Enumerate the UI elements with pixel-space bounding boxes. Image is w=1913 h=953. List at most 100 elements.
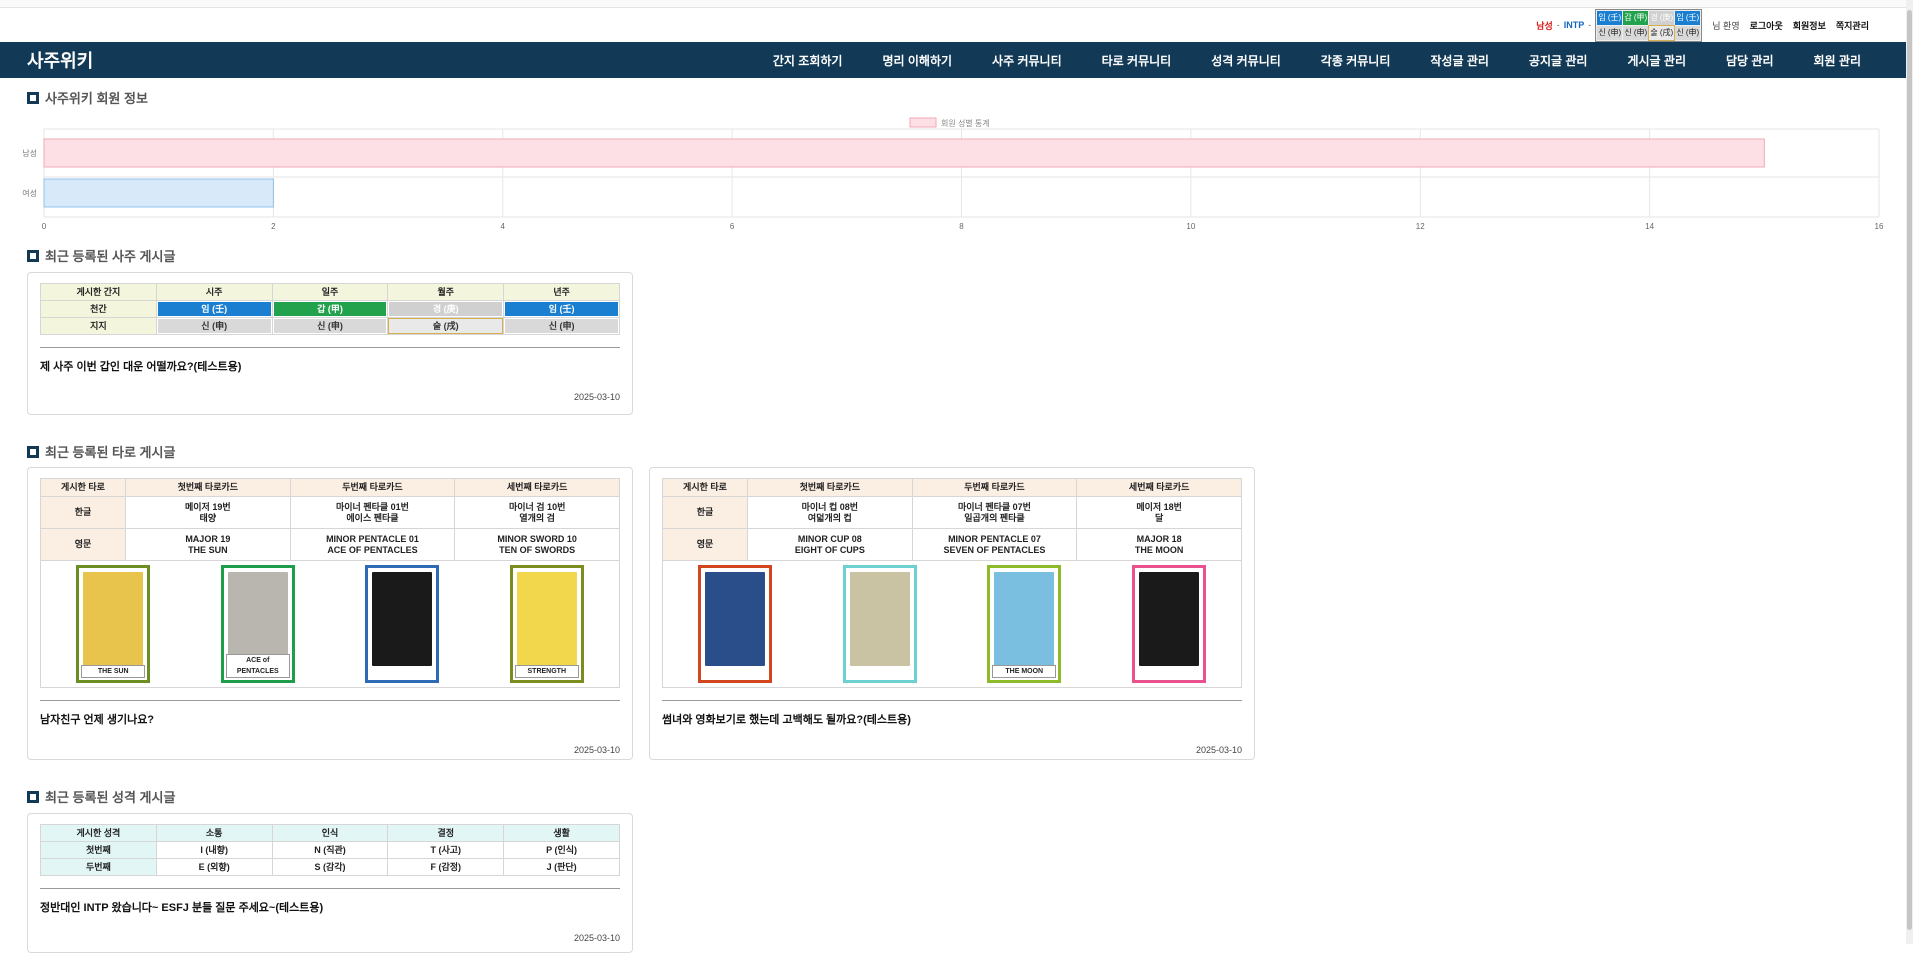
- post-title-link[interactable]: 제 사주 이번 갑인 대운 어떨까요?(테스트용): [40, 358, 620, 374]
- tarot-card-caption: THE SUN: [81, 665, 146, 678]
- table-header: 게시한 타로: [662, 478, 748, 497]
- row-label: 지지: [40, 317, 157, 335]
- scrollbar-thumb[interactable]: [1907, 10, 1912, 930]
- tarot-card-art: [705, 572, 766, 666]
- table-cell: MINOR SWORD 10 TEN OF SWORDS: [454, 528, 620, 561]
- table-cell: 마이너 펜타클 07번 일곱개의 펜타클: [911, 496, 1078, 529]
- table-cell: MINOR PENTACLE 01 ACE OF PENTACLES: [289, 528, 456, 561]
- tarot-card-art: [849, 572, 910, 666]
- profile-link[interactable]: 회원정보: [1793, 19, 1826, 32]
- row-label: 두번째: [40, 858, 157, 876]
- card-name-ko: 마이너 펜타클 07번: [957, 501, 1031, 512]
- table-header: 일주: [271, 283, 389, 301]
- tarot-post-card[interactable]: 게시한 타로 첫번째 타로카드 두번째 타로카드 세번째 타로카드 한글 메이저 19번 태…: [27, 467, 633, 760]
- card-name-ko: 메이저 18번: [1136, 501, 1182, 512]
- tarot-card-art: [372, 572, 433, 666]
- card-name-en-sub: SEVEN OF PENTACLES: [943, 544, 1046, 555]
- nav-item-myeongri[interactable]: 명리 이해하기: [862, 52, 972, 69]
- logout-link[interactable]: 로그아웃: [1750, 19, 1783, 32]
- table-cell: 술 (戌): [387, 317, 505, 335]
- nav-item-misc-community[interactable]: 각종 커뮤니티: [1301, 52, 1411, 69]
- table-cell: 신 (申): [271, 317, 389, 335]
- tarot-card-art: [994, 572, 1055, 666]
- square-bullet-icon: [27, 249, 39, 262]
- nav-item-post-admin[interactable]: 게시글 관리: [1607, 52, 1706, 69]
- table-header: 게시한 성격: [40, 824, 157, 842]
- cell-value: 신 (申): [157, 319, 271, 333]
- mbti-post-card[interactable]: 게시한 성격 소통 인식 결정 생활 첫번째 I (내향) N (직관) T (…: [27, 813, 633, 953]
- table-cell: MINOR PENTACLE 07 SEVEN OF PENTACLES: [911, 528, 1078, 561]
- mini-saju-cell: 신 (申): [1623, 25, 1649, 40]
- table-header: 첫번째 타로카드: [747, 478, 913, 497]
- section-title-text: 사주위키 회원 정보: [45, 91, 148, 106]
- tarot-card-image[interactable]: [1131, 565, 1206, 683]
- site-logo[interactable]: 사주위키: [27, 47, 93, 73]
- table-cell: 임 (壬): [503, 300, 620, 318]
- nav-item-tarot-community[interactable]: 타로 커뮤니티: [1082, 52, 1192, 69]
- page-scrollbar[interactable]: [1906, 0, 1913, 944]
- post-date: 2025-03-10: [573, 933, 620, 943]
- x-tick-label: 4: [501, 222, 506, 231]
- members-section-title: 사주위키 회원 정보: [27, 88, 148, 107]
- welcome-text: 님 환영: [1712, 20, 1740, 31]
- card-name-ko: 메이저 19번: [185, 501, 231, 512]
- user-mbti: INTP: [1563, 20, 1585, 30]
- x-tick-label: 8: [959, 222, 964, 231]
- nav-item-member-admin[interactable]: 회원 관리: [1794, 52, 1882, 69]
- mbti-section-title: 최근 등록된 성격 게시글: [27, 787, 175, 806]
- tarot-card-image[interactable]: STRENGTH: [509, 565, 584, 683]
- table-header: 세번째 타로카드: [454, 478, 620, 497]
- mini-saju-cell: 신 (申): [1675, 25, 1701, 40]
- tarot-card-art: [83, 572, 144, 666]
- tarot-card-image[interactable]: [698, 565, 773, 683]
- separator: -: [1556, 20, 1560, 30]
- table-header: 게시한 타로: [40, 478, 126, 497]
- row-label: 영문: [662, 528, 748, 561]
- gender-bar-chart: 0 2 4 6 8 10 12 14 16 회원 성별 통계남성여성: [22, 117, 1884, 231]
- cell-value: 임 (壬): [505, 302, 618, 316]
- card-name-ko: 마이너 검 10번: [508, 501, 566, 512]
- user-gender: 남성: [1536, 20, 1553, 31]
- card-name-en-sub: THE MOON: [1134, 544, 1184, 555]
- cell-value: 신 (申): [505, 319, 618, 333]
- tarot-post-card[interactable]: 게시한 타로 첫번째 타로카드 두번째 타로카드 세번째 타로카드 한글 마이너 컵 08…: [649, 467, 1255, 760]
- divider: [40, 700, 620, 701]
- tarot-card-image[interactable]: [842, 565, 917, 683]
- cell-value: 신 (申): [273, 319, 387, 333]
- nav-item-my-posts[interactable]: 작성글 관리: [1410, 52, 1509, 69]
- tarot-card-image[interactable]: THE MOON: [987, 565, 1062, 683]
- main-nav: 간지 조회하기 명리 이해하기 사주 커뮤니티 타로 커뮤니티 성격 커뮤니티 …: [753, 52, 1881, 69]
- card-name-ko-sub: 태양: [199, 512, 217, 523]
- tarot-card-image[interactable]: [365, 565, 440, 683]
- post-title-link[interactable]: 정반대인 INTP 왔습니다~ ESFJ 분들 질문 주세요~(테스트용): [40, 899, 620, 915]
- nav-item-ganji[interactable]: 간지 조회하기: [753, 52, 863, 69]
- saju-table: 게시한 간지 시주 일주 월주 년주 천간 임 (壬) 갑 (甲) 경 (庚) …: [40, 283, 620, 335]
- tarot-card-image[interactable]: THE SUN: [76, 565, 151, 683]
- card-name-ko-sub: 열개의 검: [519, 512, 555, 523]
- nav-item-notice-admin[interactable]: 공지글 관리: [1509, 52, 1608, 69]
- tarot-card-image[interactable]: ACE of PENTACLES: [220, 565, 295, 683]
- table-cell: S (감각): [271, 858, 389, 876]
- row-label: 한글: [40, 496, 126, 529]
- nav-item-manager-admin[interactable]: 담당 관리: [1706, 52, 1794, 69]
- saju-post-card[interactable]: 게시한 간지 시주 일주 월주 년주 천간 임 (壬) 갑 (甲) 경 (庚) …: [27, 272, 633, 415]
- table-header: 두번째 타로카드: [911, 478, 1078, 497]
- nav-item-saju-community[interactable]: 사주 커뮤니티: [972, 52, 1082, 69]
- tarot-table: 게시한 타로 첫번째 타로카드 두번째 타로카드 세번째 타로카드 한글 메이저 19번 태…: [40, 478, 620, 688]
- table-cell: 신 (申): [155, 317, 273, 335]
- tarot-image-row: THE MOON: [662, 560, 1242, 688]
- x-tick-label: 6: [730, 222, 735, 231]
- table-row: 첫번째 I (내향) N (직관) T (사고) P (인식): [40, 841, 620, 859]
- messages-link[interactable]: 쪽지관리: [1836, 19, 1869, 32]
- card-name-en: MINOR CUP 08: [797, 533, 862, 544]
- card-name-en: MAJOR 18: [1136, 533, 1182, 544]
- card-name-ko-sub: 에이스 펜타클: [346, 512, 399, 523]
- card-name-ko: 마이너 펜타클 01번: [335, 501, 409, 512]
- table-cell: I (내향): [155, 841, 273, 859]
- nav-item-mbti-community[interactable]: 성격 커뮤니티: [1191, 52, 1301, 69]
- section-title-text: 최근 등록된 타로 게시글: [45, 445, 176, 460]
- post-title-link[interactable]: 남자친구 언제 생기나요?: [40, 711, 620, 727]
- table-cell: 신 (申): [503, 317, 620, 335]
- post-title-link[interactable]: 썸녀와 영화보기로 했는데 고백해도 될까요?(테스트용): [662, 711, 1242, 727]
- x-tick-label: 10: [1186, 222, 1195, 231]
